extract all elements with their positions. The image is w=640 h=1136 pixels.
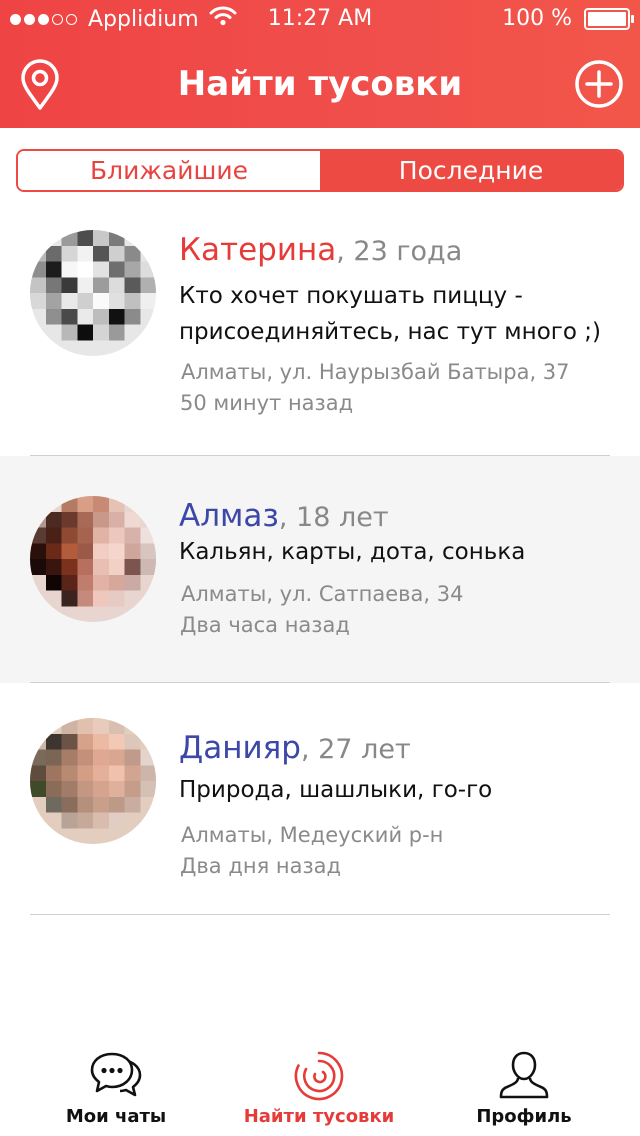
divider [30,914,610,915]
status-right: 100 % [502,6,634,31]
segment-latest[interactable]: Последние [320,151,622,190]
tab-label: Профиль [476,1106,572,1127]
hangout-address: Алматы, ул. Наурызбай Батыра, 37 [181,360,570,384]
battery-percent: 100 % [502,6,572,31]
segmented-control: Ближайшие Последние [16,149,624,192]
chat-bubbles-icon [90,1050,142,1104]
hangout-address: Алматы, Медеуский р-н [181,823,444,847]
item-title: Катерина, 23 года [179,230,462,272]
hangout-message: Кальян, карты, дота, сонька [179,534,619,570]
hangout-time: Два дня назад [180,854,342,878]
message-line: Кто хочет покушать пиццу - [179,283,523,309]
avatar [30,718,156,844]
user-name[interactable]: Данияр [179,730,301,766]
tab-my-chats[interactable]: Мои чаты [40,1030,192,1136]
hangout-message: Кто хочет покушать пиццу - присоединяйте… [179,278,619,350]
tab-profile[interactable]: Профиль [460,1030,588,1136]
message-line: присоединяйтесь, нас тут много ;) [179,319,601,345]
user-age: , 23 года [336,236,463,267]
hangout-message: Природа, шашлыки, го-го [179,772,619,808]
plus-circle-icon [575,60,623,108]
person-icon [498,1050,550,1104]
tab-bar: Мои чаты Найти тусовки Профиль [0,1030,640,1136]
message-line: Природа, шашлыки, го-го [179,777,493,803]
hangout-time: 50 минут назад [180,391,354,415]
avatar [30,230,156,356]
list-item[interactable]: Алмаз, 18 лет Кальян, карты, дота, соньк… [0,456,640,683]
header-bar: Applidium 11:27 AM 100 % Найти тусовки [0,0,640,128]
hangout-address: Алматы, ул. Сатпаева, 34 [181,582,464,606]
battery-icon [584,7,634,30]
hangout-list: Катерина, 23 года Кто хочет покушать пиц… [0,208,640,915]
page-title: Найти тусовки [177,64,463,104]
user-age: , 18 лет [278,502,389,533]
target-icon [293,1050,345,1106]
list-item[interactable]: Данияр, 27 лет Природа, шашлыки, го-го А… [0,683,640,913]
add-hangout-button[interactable] [574,59,624,109]
hangout-time: Два часа назад [180,613,350,637]
segment-nearest[interactable]: Ближайшие [18,151,320,190]
user-name[interactable]: Алмаз [179,498,279,534]
user-age: , 27 лет [300,734,411,765]
tab-label: Мои чаты [65,1106,167,1127]
tab-label: Найти тусовки [243,1106,395,1127]
tab-find-hangouts[interactable]: Найти тусовки [238,1030,400,1136]
message-line: Кальян, карты, дота, сонька [179,539,526,565]
list-item[interactable]: Катерина, 23 года Кто хочет покушать пиц… [0,208,640,455]
user-name[interactable]: Катерина [179,232,336,268]
item-title: Данияр, 27 лет [179,728,411,770]
status-bar: Applidium 11:27 AM 100 % [0,0,640,40]
avatar [30,496,156,622]
item-title: Алмаз, 18 лет [179,496,389,538]
